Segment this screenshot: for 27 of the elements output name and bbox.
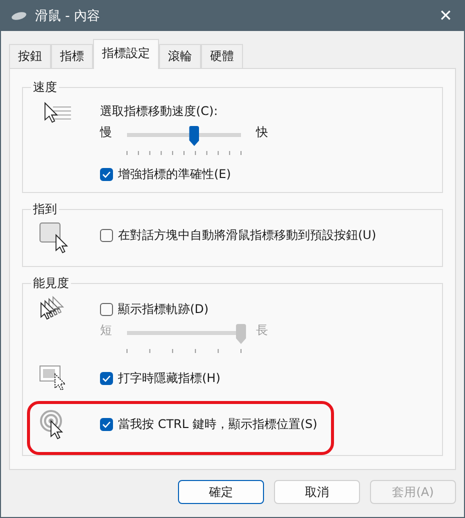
group-title: 指到 [32, 201, 58, 218]
check-icon [102, 421, 111, 428]
dialog-button[interactable]: 確定 [178, 480, 264, 504]
checkbox[interactable]: 在對話方塊中自動將滑鼠指標移動到預設按鈕(U) [100, 227, 376, 244]
slider-min-label: 慢 [100, 124, 112, 141]
group-title: 速度 [32, 79, 58, 96]
dialog-button[interactable]: 取消 [274, 480, 360, 504]
window-title: 滑鼠 - 內容 [35, 8, 101, 25]
check-icon [102, 171, 111, 178]
tab[interactable]: 按鈕 [9, 44, 51, 68]
tab[interactable]: 指標 [51, 44, 93, 68]
slider-min-label: 短 [100, 322, 112, 339]
check-icon [102, 375, 111, 382]
tab[interactable]: 滾輪 [159, 44, 201, 68]
slider-max-label: 快 [256, 124, 268, 141]
checkbox[interactable]: 顯示指標軌跡(D) [100, 301, 268, 318]
tab[interactable]: 指標設定 [93, 39, 159, 69]
checkbox[interactable]: 增強指標的準確性(E) [100, 166, 231, 183]
checkbox[interactable]: 當我按 CTRL 鍵時，顯示指標位置(S) [100, 416, 318, 433]
group-title: 能見度 [32, 275, 70, 292]
mouse-icon [11, 11, 27, 21]
tab[interactable]: 硬體 [201, 44, 243, 68]
checkbox[interactable]: 打字時隱藏指標(H) [100, 370, 220, 387]
close-button[interactable]: ✕ [437, 6, 454, 26]
slider-max-label: 長 [256, 322, 268, 339]
slider-caption: 選取指標移動速度(C): [100, 103, 219, 120]
slider-thumb[interactable] [189, 126, 200, 146]
